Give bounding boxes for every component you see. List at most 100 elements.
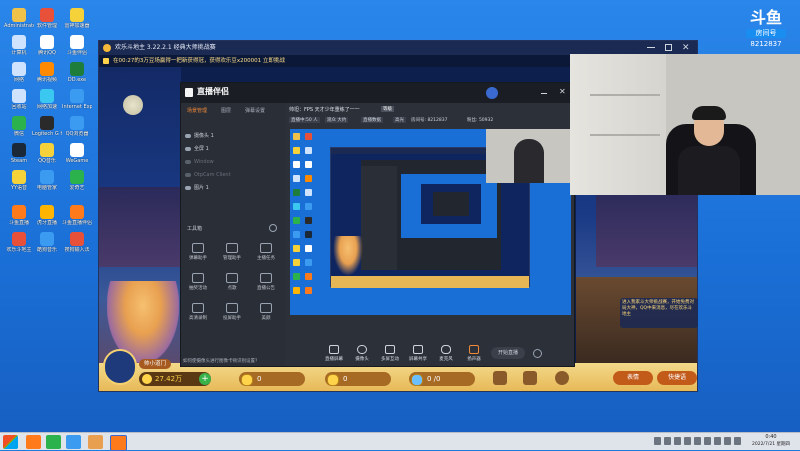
ticket-pill[interactable]: 0 /0 [409,372,475,386]
tool-lottery[interactable]: 抽奖活动 [187,273,209,291]
desktop-icon[interactable]: 电脑管家 [32,170,62,191]
start-live-button[interactable]: 开始直播 [491,347,525,359]
settings-gear-icon[interactable] [533,349,542,358]
coin-pill[interactable]: 0 [239,372,305,386]
tray-icon[interactable] [664,437,671,445]
source-row[interactable]: 全屏 1 [185,144,281,155]
desktop-icon[interactable]: Logitech G HUB [32,116,62,137]
desktop-icon[interactable]: 网络加速 [32,89,62,110]
player-avatar[interactable] [103,349,137,385]
stat-chip[interactable]: 直播数据 [361,117,383,123]
close-icon[interactable]: ✕ [682,42,690,54]
taskbar-active-app-icon[interactable] [110,435,127,451]
screen-share-button[interactable]: 屏幕共享 [405,345,431,362]
desktop-icon[interactable]: 计算机 [4,35,34,56]
volume-icon[interactable] [714,437,721,445]
taskbar-app-icon[interactable] [66,435,81,449]
desktop-icon[interactable]: Administrator [4,8,34,29]
toolbox-add-icon[interactable] [269,224,277,232]
multi-screen-button[interactable]: 多屏互动 [377,345,403,362]
eye-icon[interactable] [185,159,191,164]
tool-label: 美颜 [261,316,271,321]
maximize-icon[interactable] [665,44,672,51]
settings-icon[interactable] [555,371,569,385]
camera-button[interactable]: 摄像头 [349,345,375,362]
taskbar-landlord-icon[interactable] [88,435,103,449]
desktop-icon[interactable]: 虎牙直播 [32,205,62,226]
tab-danmu[interactable]: 弹幕设置 [245,107,265,114]
desktop-icon[interactable]: 搜狗输入法 [62,232,92,253]
tray-icon[interactable] [654,437,661,445]
desktop-icon[interactable]: 网络 [4,62,34,83]
eye-icon[interactable] [185,185,191,190]
tool-song[interactable]: 点歌 [221,273,243,291]
source-row[interactable]: OtpCam Client [185,170,281,181]
desktop-icon-label: 斗鱼直播 [8,220,29,226]
desktop-icon[interactable]: 欢乐斗地主 [4,232,34,253]
tab-scene[interactable]: 场景管理 [187,107,207,114]
player-name: 帅小道门 [144,361,167,367]
desktop-icon[interactable]: YY语音 [4,170,34,191]
mini-desktop-icon [293,217,300,224]
tray-icon[interactable] [684,437,691,445]
streaming-app-window[interactable]: 直播伴侣 ✕ 场景管理 图层 弹幕设置 摄像头 1 全屏 1 Window Ot… [180,82,575,367]
quick-chat-button[interactable]: 快捷语 [657,371,697,385]
desktop-icon[interactable]: Internet Explorer [62,89,92,110]
stat-chip[interactable]: 高光 [393,117,406,123]
tool-danmu-helper[interactable]: 弹幕助手 [187,243,209,261]
tool-cast[interactable]: 投屏助手 [221,303,243,321]
source-row[interactable]: 图片 1 [185,183,281,194]
camera-prompt[interactable]: 如何使摄像头进行图像卡顿识别设置？ [183,358,260,364]
desktop-icon[interactable]: 斗鱼直播 [4,205,34,226]
desktop-icon[interactable]: 微信 [4,116,34,137]
mail-icon[interactable] [523,371,537,385]
network-tray-icon[interactable] [724,437,731,445]
app-close-icon[interactable]: ✕ [559,87,566,97]
taskbar-douyu-icon[interactable] [26,435,41,449]
desktop-icon[interactable]: Steam [4,143,34,164]
microphone-button[interactable]: 麦克风 [433,345,459,362]
tool-record[interactable]: 高清录制 [187,303,209,321]
tool-manage-helper[interactable]: 管理助手 [221,243,243,261]
speaker-button[interactable]: 扬声器 [461,345,487,362]
screen-button[interactable]: 直播屏幕 [321,345,347,362]
app-minimize-icon[interactable] [541,93,547,94]
desktop-icon[interactable]: 雷神加速器 [62,8,92,29]
eye-icon[interactable] [185,133,191,138]
app-avatar[interactable] [486,87,498,99]
desktop-icon[interactable]: DD.exe [62,62,92,83]
tool-notice[interactable]: 直播公告 [255,273,277,291]
diamond-pill[interactable]: 0 [325,372,391,386]
stat-chip[interactable]: 直播中:50 人 [289,117,320,123]
desktop-icon[interactable]: 酷狗音乐 [32,232,62,253]
desktop-icon[interactable]: 爱奇艺 [62,170,92,191]
tool-beauty[interactable]: 美颜 [255,303,277,321]
emoji-button[interactable]: 表情 [613,371,653,385]
stat-chip[interactable]: 观众 大约 [325,117,349,123]
desktop-icon[interactable]: 斗鱼直播伴侣 [62,205,92,226]
tray-icon[interactable] [694,437,701,445]
desktop-icon[interactable]: 腾讯视频 [32,62,62,83]
desktop-icon[interactable]: WeGame [62,143,92,164]
desktop-icon[interactable]: QQ浏览器 [62,116,92,137]
source-row[interactable]: Window [185,157,281,168]
taskbar-wechat-icon[interactable] [46,435,61,449]
tray-icon[interactable] [674,437,681,445]
eye-icon[interactable] [185,146,191,151]
start-button-icon[interactable] [3,435,18,449]
tab-layer[interactable]: 图层 [221,107,231,114]
desktop-icon[interactable]: QQ音乐 [32,143,62,164]
bag-icon[interactable] [493,371,507,385]
source-row[interactable]: 摄像头 1 [185,131,281,142]
desktop-icon[interactable]: 斗鱼伴侣 [62,35,92,56]
minimize-icon[interactable] [647,47,655,48]
add-beans-icon[interactable]: + [199,373,211,385]
eye-icon[interactable] [185,172,191,177]
desktop-icon[interactable]: 软件管理 [32,8,62,29]
input-method-icon[interactable] [734,437,741,445]
taskbar-clock[interactable]: 0:40 2022/7/21 星期四 [744,434,798,448]
desktop-icon[interactable]: 回收站 [4,89,34,110]
tool-host-task[interactable]: 主播任务 [255,243,277,261]
tray-icon[interactable] [704,437,711,445]
desktop-icon[interactable]: 腾讯QQ [32,35,62,56]
